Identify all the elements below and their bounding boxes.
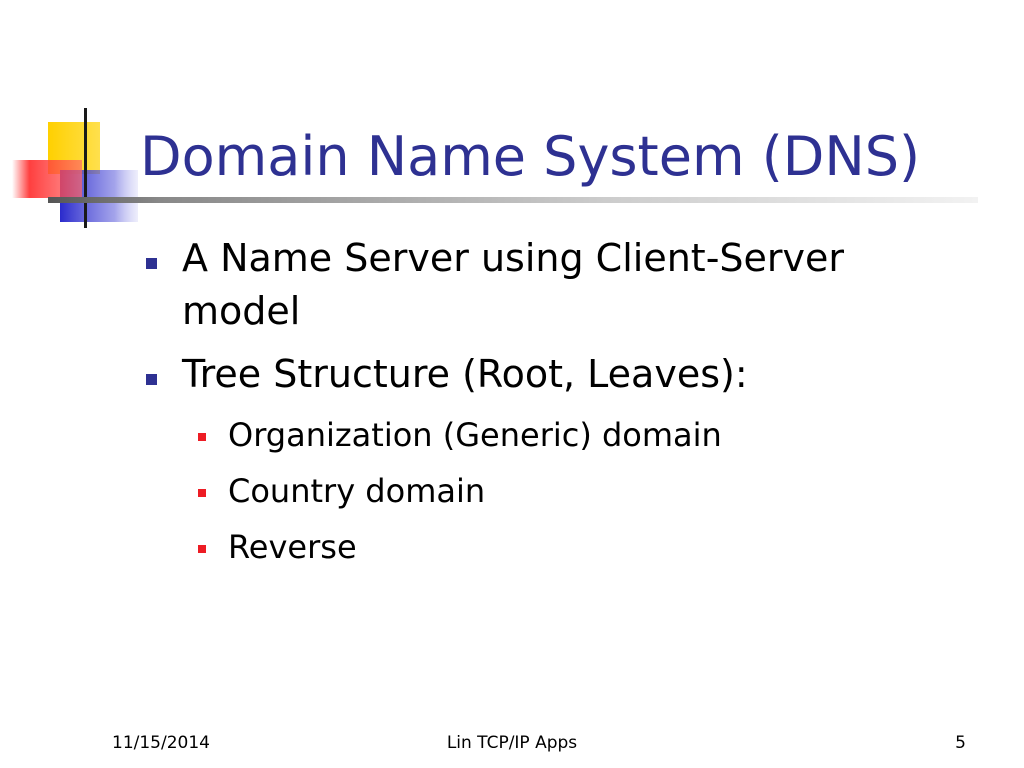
logo-vertical-line <box>84 108 87 228</box>
sub-bullet-text: Organization (Generic) domain <box>228 416 722 454</box>
bullet-item: A Name Server using Client-Server model <box>140 232 960 338</box>
logo-red-bar <box>12 160 82 198</box>
bullet-text: Tree Structure (Root, Leaves): <box>182 352 748 396</box>
slide: Domain Name System (DNS) A Name Server u… <box>0 0 1024 768</box>
red-square-bullet-icon <box>198 433 206 441</box>
bullet-text: A Name Server using Client-Server model <box>182 236 845 333</box>
red-square-bullet-icon <box>198 545 206 553</box>
sub-bullet-item: Reverse <box>140 519 960 575</box>
sub-bullet-item: Organization (Generic) domain <box>140 407 960 463</box>
square-bullet-icon <box>146 374 157 385</box>
sub-bullet-list: Organization (Generic) domain Country do… <box>140 407 960 575</box>
square-bullet-icon <box>146 258 157 269</box>
bullet-item: Tree Structure (Root, Leaves): <box>140 348 960 401</box>
footer-title: Lin TCP/IP Apps <box>446 733 578 753</box>
sub-bullet-text: Country domain <box>228 472 486 510</box>
footer-page-number: 5 <box>955 733 966 753</box>
slide-content: A Name Server using Client-Server model … <box>140 232 960 575</box>
title-underline <box>48 197 978 203</box>
sub-bullet-item: Country domain <box>140 463 960 519</box>
sub-bullet-text: Reverse <box>228 528 357 566</box>
slide-title: Domain Name System (DNS) <box>140 125 921 188</box>
red-square-bullet-icon <box>198 489 206 497</box>
